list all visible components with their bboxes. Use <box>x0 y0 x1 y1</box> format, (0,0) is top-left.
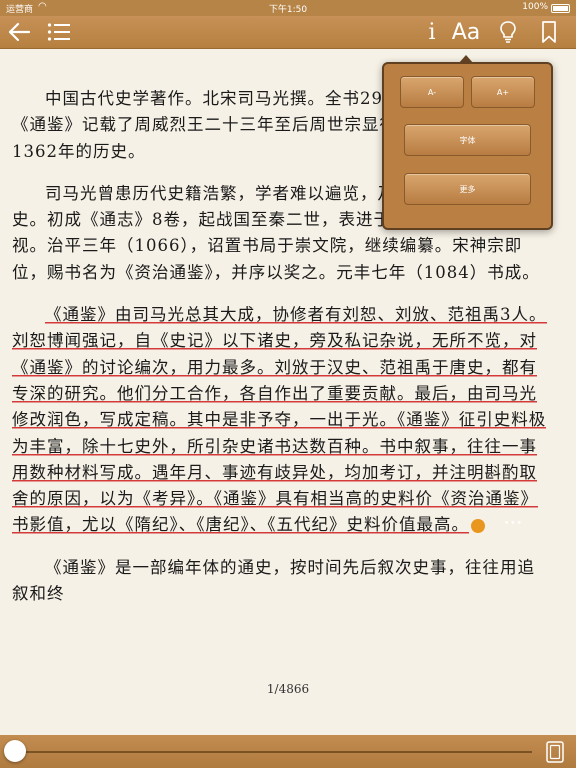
lightbulb-icon <box>500 21 516 43</box>
page-number: 1/4866 <box>266 682 310 696</box>
list-icon <box>47 23 70 41</box>
battery-percent: 100% <box>522 2 548 12</box>
more-settings-button[interactable]: 更多 <box>404 173 531 205</box>
paragraph-4: 《通鉴》是一部编年体的通史，按时间先后叙次史事，往往用追叙和终 <box>12 557 535 604</box>
font-settings-popover: A- A+ 字体 更多 <box>382 55 553 230</box>
arrow-left-icon <box>8 22 31 42</box>
font-decrease-button[interactable]: A- <box>400 76 464 108</box>
bookmark-button[interactable] <box>537 16 561 48</box>
highlighted-paragraph[interactable]: 《通鉴》由司马光总其大成，协修者有刘恕、刘攽、范祖禹3人。刘恕博闻强记，自《史记… <box>12 305 547 535</box>
battery-icon <box>551 4 570 13</box>
font-settings-button[interactable]: Aa <box>450 16 482 48</box>
progress-slider[interactable] <box>16 751 532 753</box>
paragraph-3-container: 《通鉴》由司马光总其大成，协修者有刘恕、刘攽、范祖禹3人。刘恕博闻强记，自《史记… <box>12 302 552 539</box>
back-button[interactable] <box>6 16 32 48</box>
font-face-button[interactable]: 字体 <box>404 124 531 156</box>
toc-button[interactable] <box>46 16 72 48</box>
page-view-button[interactable] <box>544 740 566 764</box>
bookmark-icon <box>542 21 556 43</box>
progress-slider-thumb[interactable] <box>4 740 26 762</box>
popover-arrow <box>458 55 474 64</box>
page-icon <box>546 741 564 763</box>
status-time: 下午1:50 <box>268 5 308 15</box>
status-bar: 运营商 ◠ 下午1:50 100% <box>0 0 576 16</box>
font-increase-button[interactable]: A+ <box>471 76 535 108</box>
bottom-bar <box>0 735 576 768</box>
info-button[interactable]: i <box>422 16 442 48</box>
note-icon[interactable]: ••• <box>471 518 522 533</box>
brightness-button[interactable] <box>494 16 522 48</box>
reader-toolbar: i Aa <box>0 16 576 49</box>
